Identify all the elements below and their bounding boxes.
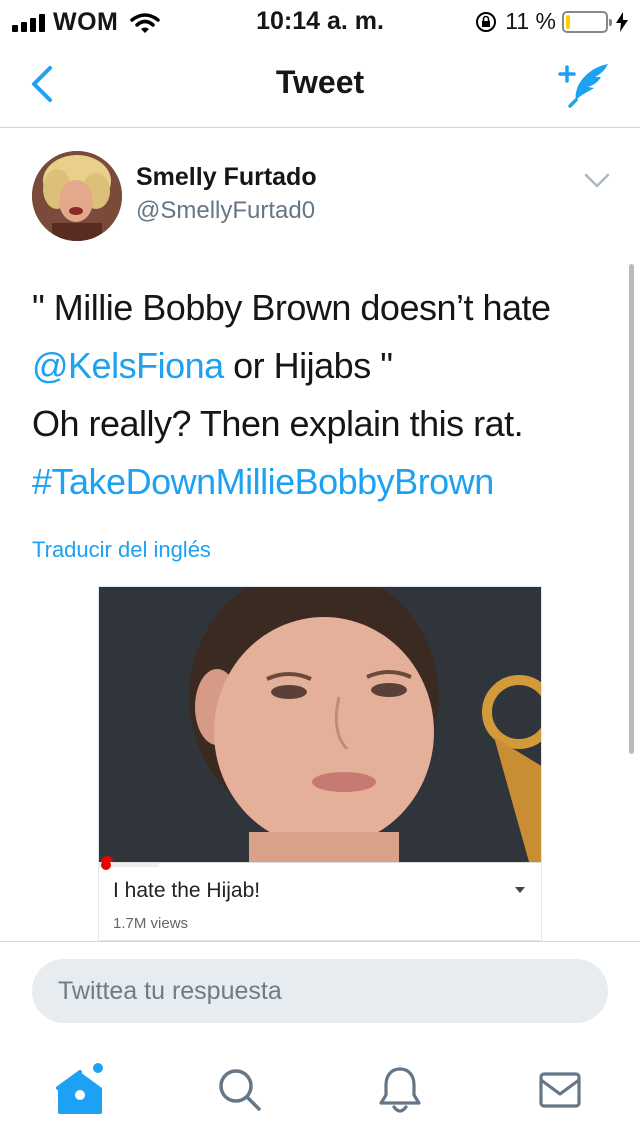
reply-area bbox=[0, 941, 640, 1136]
tweet-text-line: Oh really? Then explain this rat. bbox=[32, 403, 524, 444]
nav-header: Tweet bbox=[0, 40, 640, 128]
tab-bar bbox=[0, 1048, 640, 1136]
hashtag-link[interactable]: #TakeDownMillieBobbyBrown bbox=[32, 453, 612, 511]
mail-icon bbox=[539, 1072, 581, 1108]
reply-input[interactable] bbox=[32, 959, 608, 1023]
video-card[interactable]: I hate the Hijab! 1.7M views bbox=[99, 860, 541, 940]
battery-icon bbox=[562, 10, 612, 33]
compose-tweet-icon[interactable] bbox=[558, 60, 612, 108]
tweet-text-line: @KelsFiona or Hijabs " bbox=[32, 337, 612, 395]
status-right: 11 % bbox=[475, 8, 628, 35]
home-icon bbox=[56, 1063, 103, 1114]
dropdown-caret-icon[interactable] bbox=[515, 887, 525, 893]
battery-percent: 11 % bbox=[505, 8, 556, 34]
tab-messages[interactable] bbox=[530, 1060, 590, 1120]
translate-link[interactable]: Traducir del inglés bbox=[32, 537, 211, 563]
charging-bolt-icon bbox=[616, 11, 628, 32]
avatar[interactable] bbox=[32, 151, 122, 241]
chevron-down-icon[interactable] bbox=[584, 173, 610, 189]
tab-notifications[interactable] bbox=[370, 1060, 430, 1120]
video-progress bbox=[99, 860, 159, 870]
tweet-detail: Smelly Furtado @SmellyFurtad0 " Millie B… bbox=[0, 129, 640, 941]
orientation-lock-icon bbox=[476, 11, 497, 32]
search-icon bbox=[219, 1069, 261, 1111]
tweet-text: " Millie Bobby Brown doesn’t hate @KelsF… bbox=[32, 279, 612, 511]
tweet-text-line: " Millie Bobby Brown doesn’t hate bbox=[32, 287, 551, 328]
video-title: I hate the Hijab! bbox=[113, 879, 261, 902]
mention-link[interactable]: @KelsFiona bbox=[32, 345, 224, 386]
tweet-media[interactable]: I hate the Hijab! 1.7M views bbox=[98, 586, 542, 941]
scrollbar[interactable] bbox=[629, 264, 634, 754]
bell-icon bbox=[379, 1067, 421, 1113]
tab-search[interactable] bbox=[210, 1060, 270, 1120]
author-name[interactable]: Smelly Furtado bbox=[136, 163, 317, 192]
page-title: Tweet bbox=[275, 64, 365, 100]
battery-fill bbox=[566, 14, 570, 29]
video-views: 1.7M views bbox=[113, 915, 189, 932]
status-bar: WOM 10:14 a. m. 11 % bbox=[0, 0, 640, 40]
tab-home[interactable] bbox=[50, 1060, 110, 1120]
tweet-text-fragment: or Hijabs " bbox=[223, 345, 393, 386]
media-photo bbox=[99, 587, 541, 862]
author-handle[interactable]: @SmellyFurtad0 bbox=[136, 197, 315, 225]
